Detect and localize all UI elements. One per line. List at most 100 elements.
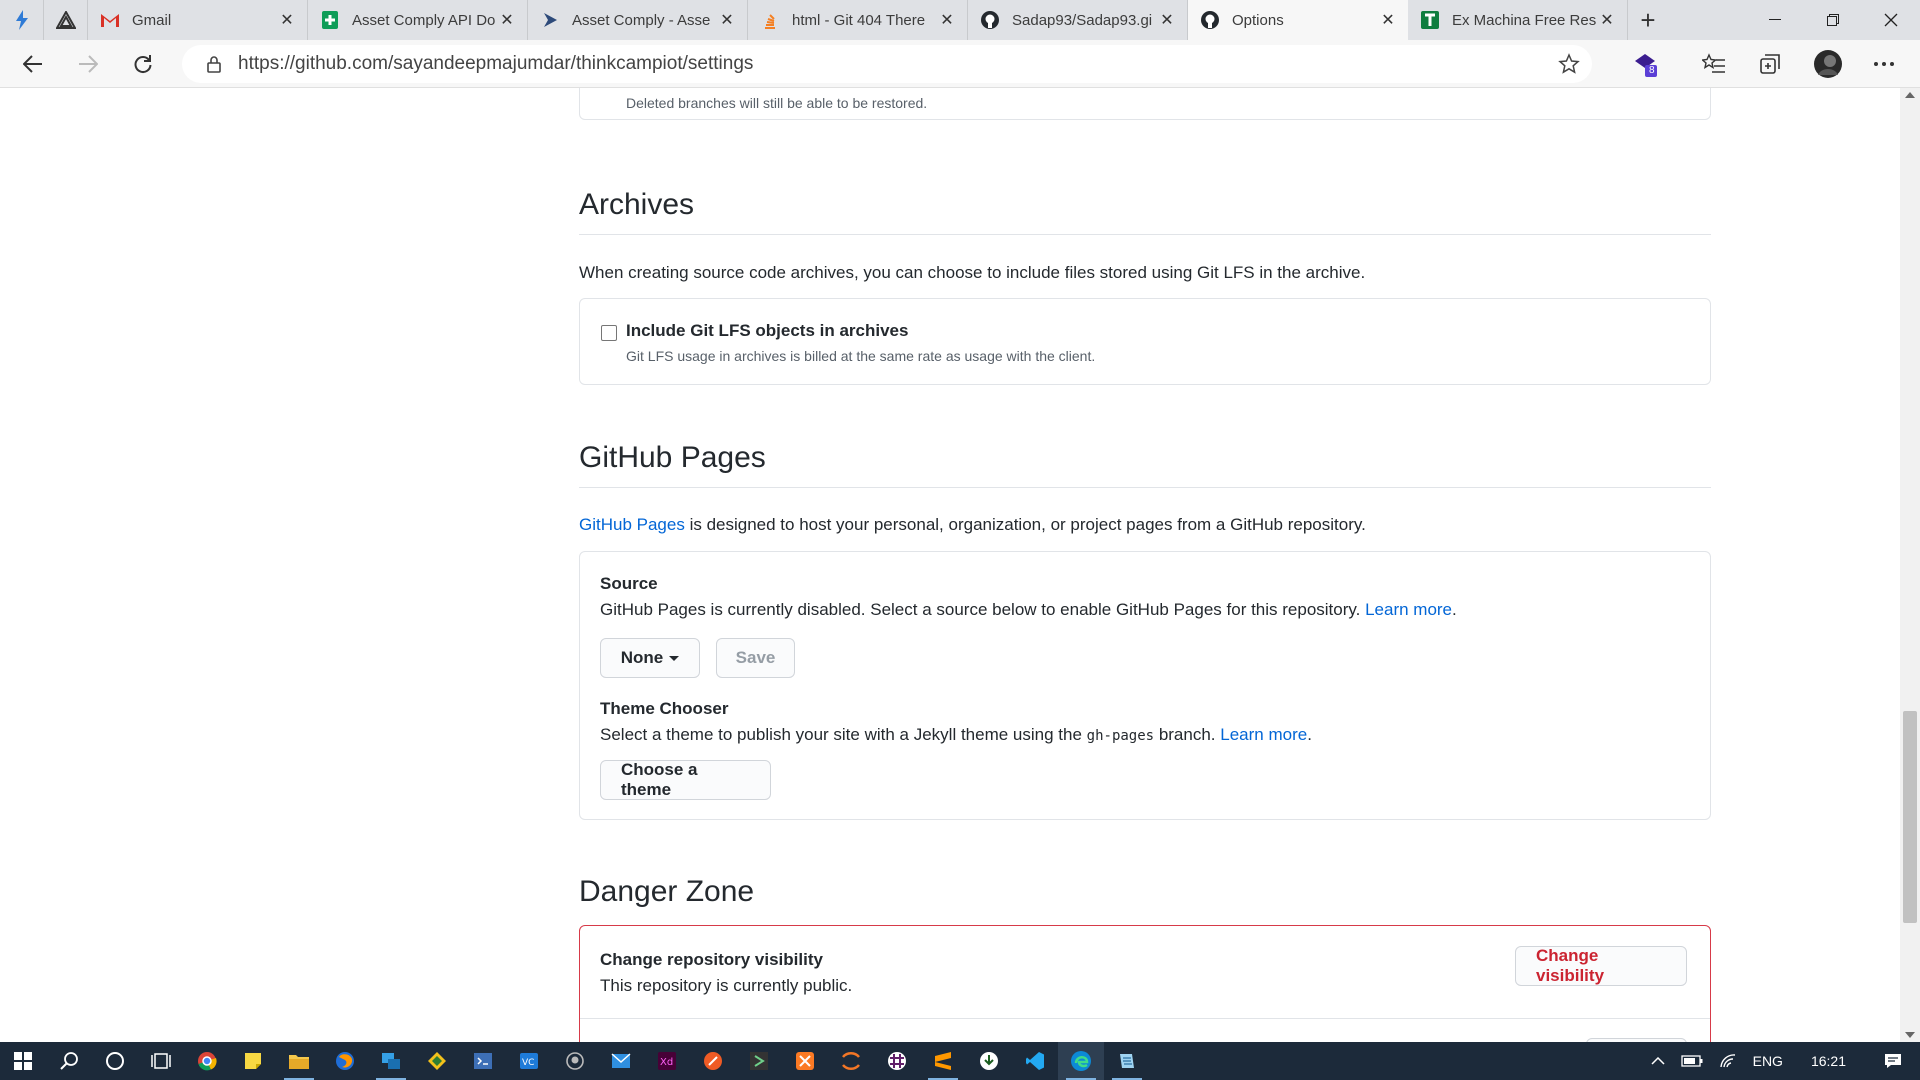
bolt-icon [15, 10, 28, 30]
tab-close-icon[interactable]: ✕ [1597, 10, 1617, 30]
taskbar-notepad[interactable] [1104, 1042, 1150, 1080]
taskbar-postman[interactable] [690, 1042, 736, 1080]
scroll-up-icon[interactable] [1905, 92, 1915, 98]
scrollbar-thumb[interactable] [1903, 711, 1917, 923]
task-view-icon [151, 1053, 171, 1069]
taskbar-xampp[interactable] [782, 1042, 828, 1080]
show-hidden-icons-button[interactable] [1643, 1042, 1673, 1080]
theme-learn-more-link[interactable]: Learn more [1220, 725, 1307, 744]
taskbar-dev-app[interactable] [460, 1042, 506, 1080]
github-pages-heading: GitHub Pages [579, 441, 1711, 488]
taskbar-file-explorer[interactable] [276, 1042, 322, 1080]
system-tray: ENG 16:21 [1643, 1042, 1920, 1080]
search-button[interactable] [46, 1042, 92, 1080]
address-bar[interactable]: https://github.com/sayandeepmajumdar/thi… [182, 45, 1592, 83]
avatar-icon [1814, 50, 1842, 78]
task-view-button[interactable] [138, 1042, 184, 1080]
choose-theme-button[interactable]: Choose a theme [600, 760, 771, 800]
clock[interactable]: 16:21 [1791, 1042, 1866, 1080]
notifications-button[interactable] [1866, 1042, 1920, 1080]
favorite-star-icon[interactable] [1558, 53, 1580, 80]
tab-close-icon[interactable]: ✕ [717, 10, 737, 30]
start-button[interactable] [0, 1042, 46, 1080]
minimize-icon [1769, 19, 1781, 20]
collections-button[interactable] [1746, 40, 1794, 88]
github-pages-link[interactable]: GitHub Pages [579, 515, 685, 534]
gh-pages-code: gh-pages [1086, 728, 1155, 744]
forward-button[interactable] [66, 44, 110, 84]
tab-close-icon[interactable]: ✕ [1157, 10, 1177, 30]
search-icon [60, 1052, 78, 1070]
tab-options[interactable]: Options ✕ [1188, 0, 1408, 40]
back-button[interactable] [11, 44, 55, 84]
tab-close-icon[interactable]: ✕ [1378, 10, 1398, 30]
profile-avatar[interactable] [1804, 40, 1852, 88]
favorites-button[interactable] [1690, 40, 1738, 88]
extension-button[interactable]: 8 [1622, 40, 1670, 88]
tab-asset-comply[interactable]: Asset Comply - Asse ✕ [528, 0, 748, 40]
page-scrollbar[interactable] [1900, 88, 1920, 1042]
battery-button[interactable] [1673, 1042, 1711, 1080]
minimize-button[interactable] [1746, 0, 1804, 40]
close-icon [1884, 13, 1898, 27]
tab-stackoverflow[interactable]: html - Git 404 There ✕ [748, 0, 968, 40]
taskbar-github-desktop[interactable] [552, 1042, 598, 1080]
lock-icon[interactable] [196, 55, 232, 73]
tab-title: html - Git 404 There [792, 11, 926, 29]
window-controls [1746, 0, 1920, 40]
taskbar-download-app[interactable] [966, 1042, 1012, 1080]
sticky-notes-icon [245, 1053, 261, 1069]
tab-close-icon[interactable]: ✕ [497, 10, 517, 30]
github-icon [1200, 10, 1220, 30]
cortana-button[interactable] [92, 1042, 138, 1080]
pinned-tab-triangle[interactable] [44, 0, 88, 40]
tab-gmail[interactable]: Gmail ✕ [88, 0, 308, 40]
pinned-tab-bolt[interactable] [0, 0, 44, 40]
change-visibility-button[interactable]: Change visibility [1515, 946, 1687, 986]
scroll-down-icon[interactable] [1905, 1032, 1915, 1038]
source-select-value: None [620, 648, 664, 667]
taskbar-slack[interactable] [874, 1042, 920, 1080]
tableau-icon [1420, 10, 1440, 30]
source-select-button[interactable]: None [600, 638, 700, 678]
taskbar-power-automate[interactable] [736, 1042, 782, 1080]
wifi-icon [1719, 1054, 1735, 1068]
taskbar-chrome[interactable] [184, 1042, 230, 1080]
remote-desktop-icon [382, 1053, 400, 1069]
tab-sadap93[interactable]: Sadap93/Sadap93.gi ✕ [968, 0, 1188, 40]
restore-button[interactable] [1804, 0, 1862, 40]
tab-asset-comply-api[interactable]: Asset Comply API Do ✕ [308, 0, 528, 40]
tab-close-icon[interactable]: ✕ [937, 10, 957, 30]
taskbar-adobe-xd[interactable]: Xd [644, 1042, 690, 1080]
taskbar-app-remote[interactable] [368, 1042, 414, 1080]
change-visibility-label: Change repository visibility [600, 950, 823, 969]
save-button[interactable]: Save [716, 638, 795, 678]
taskbar-mail[interactable] [598, 1042, 644, 1080]
taskbar-firefox[interactable] [322, 1042, 368, 1080]
include-lfs-checkbox[interactable] [601, 325, 617, 341]
language-indicator[interactable]: ENG [1745, 1042, 1791, 1080]
source-text: GitHub Pages is currently disabled. Sele… [600, 600, 1366, 619]
wifi-button[interactable] [1711, 1042, 1745, 1080]
tab-title: Sadap93/Sadap93.gi [1012, 11, 1153, 29]
tab-ex-machina[interactable]: Ex Machina Free Res ✕ [1408, 0, 1628, 40]
taskbar-gitkraken[interactable] [414, 1042, 460, 1080]
favorites-list-icon [1702, 53, 1725, 73]
taskbar-vscode[interactable] [1012, 1042, 1058, 1080]
collections-icon [1760, 54, 1780, 74]
taskbar-sticky-notes[interactable] [230, 1042, 276, 1080]
tab-close-icon[interactable]: ✕ [277, 10, 297, 30]
page-content: Deleted branches will still be able to b… [0, 88, 1900, 1042]
taskbar-sublime[interactable] [920, 1042, 966, 1080]
refresh-button[interactable] [121, 44, 165, 84]
taskbar-jupyter[interactable] [828, 1042, 874, 1080]
dev-tool-icon [474, 1053, 492, 1069]
play-icon [540, 10, 560, 30]
include-lfs-label[interactable]: Include Git LFS objects in archives [626, 321, 908, 341]
source-learn-more-link[interactable]: Learn more [1365, 600, 1452, 619]
new-tab-button[interactable]: + [1628, 0, 1668, 40]
settings-more-button[interactable] [1860, 40, 1908, 88]
taskbar-edge[interactable] [1058, 1042, 1104, 1080]
taskbar-vc-app[interactable]: VC [506, 1042, 552, 1080]
close-window-button[interactable] [1862, 0, 1920, 40]
